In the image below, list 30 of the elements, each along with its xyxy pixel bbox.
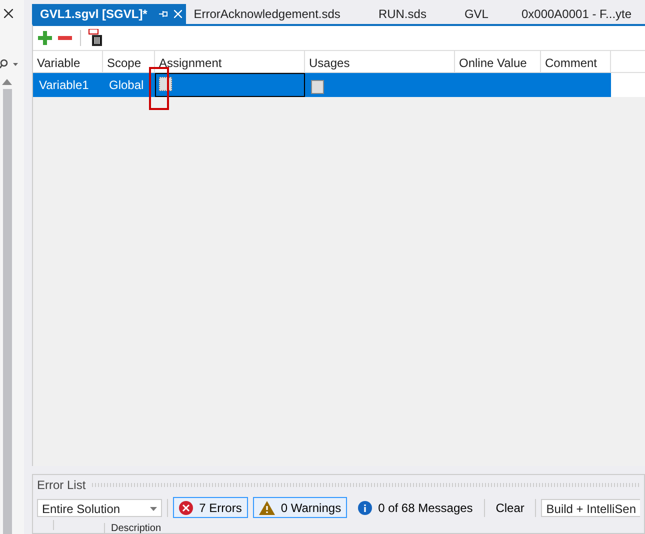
document-tab[interactable]: ErrorAcknowledgement.sds <box>186 4 370 24</box>
document-tab[interactable]: RUN.sds <box>370 4 456 24</box>
clear-button[interactable]: Clear <box>490 497 530 518</box>
pin-icon[interactable] <box>158 10 168 18</box>
close-icon[interactable] <box>4 9 13 18</box>
assignment-field[interactable] <box>155 73 305 97</box>
add-icon[interactable] <box>37 30 53 46</box>
trash-icon[interactable] <box>88 29 104 47</box>
column-header[interactable]: Description <box>104 523 162 534</box>
panel-title: Error List <box>37 478 86 492</box>
filter-button[interactable]: 0 Warnings <box>252 497 348 518</box>
document-tab[interactable]: 0x000A0001 - F...yte <box>513 4 632 24</box>
search-icon[interactable] <box>0 59 20 69</box>
warning-icon <box>258 500 275 514</box>
filter-button[interactable]: 7 Errors <box>173 497 248 518</box>
scope-dropdown[interactable]: Entire Solution <box>37 498 162 516</box>
table-cell <box>541 73 611 97</box>
scroll-up-icon[interactable] <box>2 79 12 85</box>
source-dropdown[interactable]: Build + IntelliSen <box>541 498 640 516</box>
document-tab[interactable]: GVL1.sgvl [SGVL]* <box>32 4 186 24</box>
scrollbar-thumb[interactable] <box>2 89 12 534</box>
info-icon <box>358 500 372 514</box>
document-tab[interactable]: GVL <box>456 4 514 24</box>
error-icon <box>179 500 194 514</box>
table-row[interactable]: Variable1 Global <box>33 73 645 97</box>
table-cell: Global <box>103 73 155 97</box>
table-cell: Variable1 <box>33 73 103 97</box>
dropdown-caret-icon <box>150 506 158 510</box>
filter-button[interactable]: 0 of 68 Messages <box>352 497 479 518</box>
ellipsis-button[interactable] <box>311 80 324 94</box>
